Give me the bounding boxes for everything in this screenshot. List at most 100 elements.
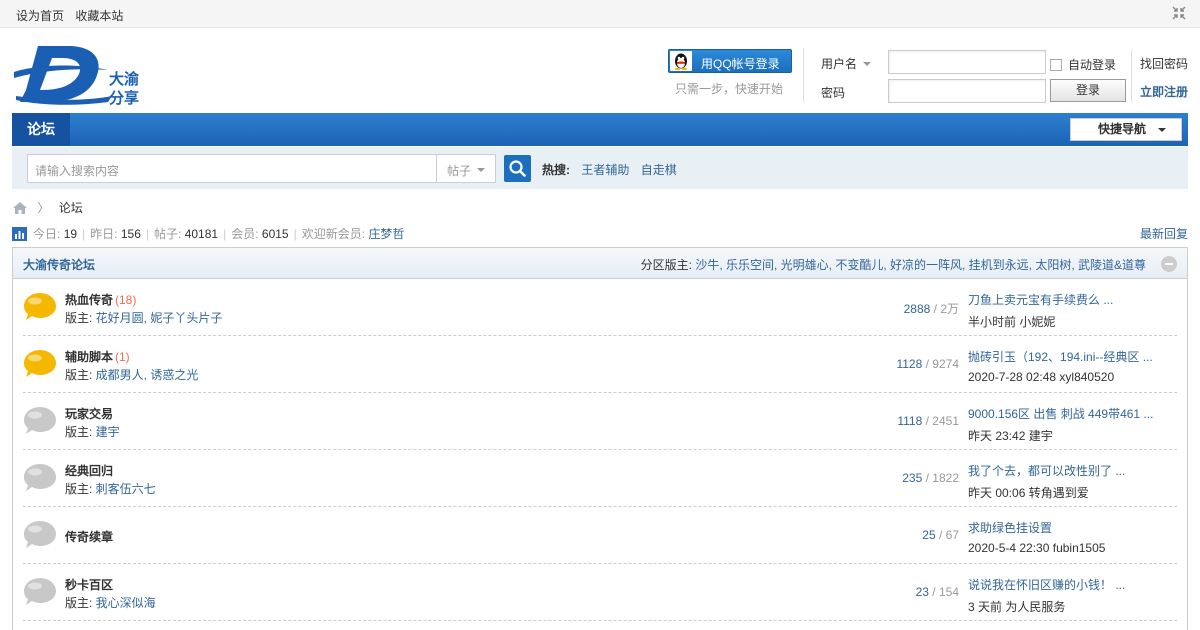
username-input[interactable] [888,50,1046,74]
chevron-down-icon [863,62,872,66]
main-nav: 论坛 快捷导航 [12,113,1188,146]
forum-name-link[interactable]: 玩家交易 [65,407,113,421]
last-post-meta: 2020-5-4 22:30 fubin1505 [968,541,1106,555]
bookmark-site-link[interactable]: 收藏本站 [75,9,123,23]
forum-name-block: 秒卡百区 [65,576,113,593]
password-input[interactable] [888,79,1046,103]
set-homepage-link[interactable]: 设为首页 [16,9,64,23]
chevron-down-icon [477,168,485,172]
last-post: 说说我在怀旧区赚的小钱！ ... 3 天前 为人民服务 [968,576,1125,615]
moderator-links[interactable]: 刺客伍六七 [96,482,156,496]
last-post: 求助绿色挂设置 2020-5-4 22:30 fubin1505 [968,519,1105,555]
top-bar: 设为首页 收藏本站 [0,0,1200,28]
post-count: 9274 [932,357,959,371]
moderators-label: 分区版主: [640,258,692,272]
yesterday-count: 156 [120,227,141,241]
thread-count: 1118 [897,414,923,428]
forum-name-block: 热血传奇 (18) [65,291,136,308]
forum-name-link[interactable]: 秒卡百区 [65,578,113,592]
moderators-label: 版主: [65,311,96,325]
search-bar: 请输入搜索内容 帖子 热搜: 王者辅助 自走棋 [12,147,1188,189]
post-count: 2万 [940,302,959,316]
no-new-posts-bubble-icon [24,407,56,434]
home-icon[interactable] [12,201,28,215]
moderator-links[interactable]: 花好月圆, 妮子丫头片子 [96,311,223,325]
username-type-select[interactable]: 用户名 [821,55,872,72]
quick-nav-label: 快捷导航 [1098,122,1147,136]
forum-stats: 今日: 19 | 昨日: 156 | 帖子: 40181 | 会员: 6015 | 欢迎新会员:… [12,225,404,242]
forum-moderators: 版主: 我心深似海 [65,594,156,611]
last-post-title-link[interactable]: 求助绿色挂设置 [968,519,1105,536]
new-posts-bubble-icon [24,293,56,320]
post-count: 67 [945,528,959,542]
hot-search-term[interactable]: 王者辅助 [581,163,629,177]
today-posts-count: (18) [115,293,137,307]
thread-count: 23 [915,585,929,599]
today-label: 今日: [33,227,61,241]
checkbox-icon [1050,59,1062,71]
register-link[interactable]: 立即注册 [1140,83,1188,100]
moderators-label: 版主: [65,425,96,439]
last-post-meta: 半小时前 小妮妮 [968,315,1056,329]
search-button[interactable] [504,155,531,182]
forum-name-link[interactable]: 热血传奇 [65,293,113,307]
last-post-meta: 2020-7-28 02:48 xyl840520 [968,370,1115,384]
moderator-links[interactable]: 我心深似海 [96,596,156,610]
category-title[interactable]: 大渝传奇论坛 [23,256,95,273]
login-button[interactable]: 登录 [1050,79,1126,102]
tab-forum[interactable]: 论坛 [12,113,70,146]
last-post-title-link[interactable]: 我了个去，都可以改性别了 ... [968,462,1125,479]
collapse-icon[interactable] [1172,6,1186,20]
forum-stats: 23 / 154 [915,585,959,599]
thread-count: 1128 [896,357,923,371]
site-logo[interactable]: 大渝 分享 [12,40,147,108]
password-label: 密码 [821,86,846,100]
last-post-title-link[interactable]: 抛砖引玉（192、194.ini--经典区 ... [968,348,1153,365]
posts-count: 40181 [184,227,219,241]
moderators-list[interactable]: 沙牛, 乐乐空间, 光明雄心, 不变酷儿, 好凉的一阵风, 挂机到永远, 太阳树… [695,258,1146,272]
forum-row: 辅助脚本 (1) 版主: 成都男人, 诱惑之光 1128 / 9274 抛砖引玉（192… [23,336,1177,393]
breadcrumb-current[interactable]: 论坛 [59,201,83,215]
thread-count: 235 [902,471,923,485]
forum-row: 玩家交易 版主: 建宇 1118 / 2451 9000.156区 出售 刺战 449… [23,393,1177,450]
thread-count: 2888 [903,302,931,316]
quick-nav-button[interactable]: 快捷导航 [1070,118,1182,141]
collapse-icon[interactable] [1161,256,1177,272]
forum-name-link[interactable]: 传奇续章 [65,530,113,544]
breadcrumb: 〉 论坛 [12,199,83,216]
moderator-links[interactable]: 建宇 [96,425,120,439]
forum-name-block: 辅助脚本 (1) [65,348,130,365]
forum-stats: 2888 / 2万 [903,302,959,316]
last-post-title-link[interactable]: 说说我在怀旧区赚的小钱！ ... [968,576,1125,593]
forum-row: 秒卡百区版主: 我心深似海 23 / 154 说说我在怀旧区赚的小钱！ ... 3 天… [23,564,1177,621]
yesterday-label: 昨日: [90,227,118,241]
forum-name-block: 玩家交易 [65,405,113,422]
new-member-link[interactable]: 庄梦哲 [368,227,404,241]
forum-row: 热血传奇 (18) 版主: 花好月圆, 妮子丫头片子 2888 / 2万 刀鱼上卖元宝有… [23,279,1177,336]
forum-name-link[interactable]: 经典回归 [65,464,113,478]
search-type-select[interactable]: 帖子 [436,154,496,183]
today-count: 19 [63,227,78,241]
forum-stats: 25 / 67 [922,528,959,542]
last-post-title-link[interactable]: 刀鱼上卖元宝有手续费么 ... [968,291,1113,308]
today-posts-count: (1) [115,350,130,364]
hot-search-term[interactable]: 自走棋 [641,163,677,177]
search-input[interactable]: 请输入搜索内容 [27,154,436,183]
post-count: 154 [938,585,959,599]
last-post-meta: 昨天 23:42 建宇 [968,429,1053,443]
moderator-links[interactable]: 成都男人, 诱惑之光 [96,368,199,382]
search-icon [509,160,526,177]
moderators-label: 版主: [65,482,96,496]
latest-reply-link[interactable]: 最新回复 [1140,225,1188,242]
members-count: 6015 [261,227,289,241]
find-password-link[interactable]: 找回密码 [1140,55,1188,72]
members-label: 会员: [231,227,259,241]
moderators-label: 版主: [65,596,96,610]
qq-login-hint: 只需一步，快速开始 [675,82,784,96]
qq-login-button[interactable]: 用QQ帐号登录 [668,49,792,73]
last-post-title-link[interactable]: 9000.156区 出售 刺战 449带461 ... [968,405,1153,422]
auto-login-checkbox[interactable]: 自动登录 [1050,56,1116,73]
forum-name-link[interactable]: 辅助脚本 [65,350,113,364]
post-count: 1822 [932,471,959,485]
last-post-meta: 昨天 00:06 转角遇到爱 [968,486,1089,500]
